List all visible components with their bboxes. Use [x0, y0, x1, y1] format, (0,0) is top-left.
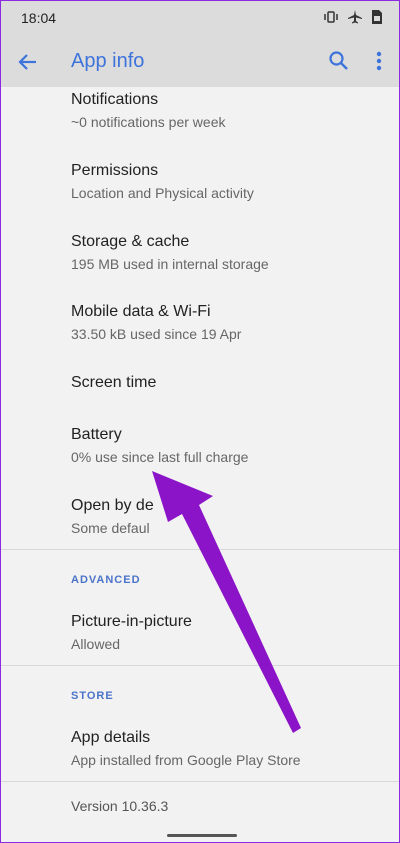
- version-label: Version 10.36.3: [71, 798, 169, 814]
- status-icons: [323, 9, 383, 30]
- store-section-label: STORE: [71, 690, 114, 702]
- picture-in-picture-subtitle: Allowed: [71, 636, 121, 652]
- more-options-button[interactable]: [371, 49, 387, 73]
- gesture-nav-handle[interactable]: [167, 834, 237, 837]
- app-details-item[interactable]: App details App installed from Google Pl…: [71, 728, 381, 769]
- app-details-title: App details: [71, 729, 151, 746]
- mobile-data-title: Mobile data & Wi-Fi: [71, 303, 211, 320]
- picture-in-picture-title: Picture-in-picture: [71, 613, 192, 630]
- battery-subtitle: 0% use since last full charge: [71, 449, 249, 465]
- storage-title: Storage & cache: [71, 233, 190, 250]
- screen-time-item[interactable]: Screen time: [71, 373, 381, 393]
- open-by-default-title: Open by de: [71, 497, 154, 514]
- search-button[interactable]: [327, 49, 351, 73]
- back-button[interactable]: [15, 49, 41, 75]
- page-title: App info: [71, 50, 145, 72]
- app-bar: App info: [1, 37, 399, 87]
- open-by-default-item[interactable]: Open by de Some defaul: [71, 496, 381, 537]
- notifications-subtitle: ~0 notifications per week: [71, 114, 226, 130]
- app-info-screen: 18:04 App info Notifications ~0 notifica…: [0, 0, 400, 843]
- mobile-data-subtitle: 33.50 kB used since 19 Apr: [71, 326, 242, 342]
- advanced-section-label: ADVANCED: [71, 574, 141, 586]
- vibrate-icon: [323, 9, 339, 30]
- airplane-mode-icon: [347, 9, 363, 30]
- more-vert-icon: [376, 51, 382, 71]
- search-icon: [329, 51, 348, 70]
- permissions-subtitle: Location and Physical activity: [71, 185, 254, 201]
- screen-time-title: Screen time: [71, 374, 157, 391]
- status-time: 18:04: [21, 10, 57, 26]
- app-details-subtitle: App installed from Google Play Store: [71, 752, 301, 768]
- battery-title: Battery: [71, 426, 122, 443]
- status-bar: 18:04: [1, 1, 399, 37]
- notifications-item[interactable]: Notifications ~0 notifications per week: [71, 90, 381, 131]
- sim-icon: [371, 9, 383, 30]
- permissions-title: Permissions: [71, 162, 159, 179]
- storage-subtitle: 195 MB used in internal storage: [71, 256, 269, 272]
- permissions-item[interactable]: Permissions Location and Physical activi…: [71, 161, 381, 202]
- divider: [1, 781, 399, 782]
- back-arrow-icon: [18, 54, 36, 70]
- battery-item[interactable]: Battery 0% use since last full charge: [71, 425, 381, 466]
- divider: [1, 549, 399, 550]
- open-by-default-subtitle: Some defaul: [71, 520, 150, 536]
- divider: [1, 665, 399, 666]
- mobile-data-item[interactable]: Mobile data & Wi-Fi 33.50 kB used since …: [71, 302, 381, 343]
- settings-list: Notifications ~0 notifications per week …: [1, 87, 399, 842]
- storage-item[interactable]: Storage & cache 195 MB used in internal …: [71, 232, 381, 273]
- picture-in-picture-item[interactable]: Picture-in-picture Allowed: [71, 612, 381, 653]
- notifications-title: Notifications: [71, 91, 159, 108]
